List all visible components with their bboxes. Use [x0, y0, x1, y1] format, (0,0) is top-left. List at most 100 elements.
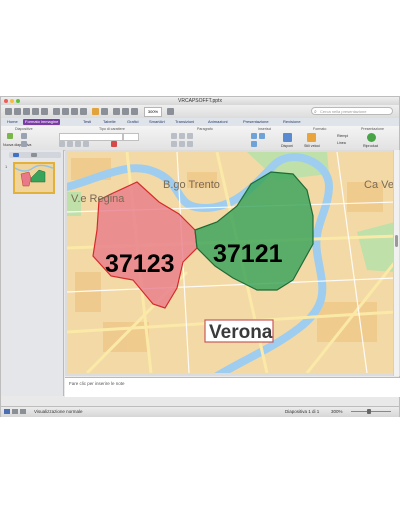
city-label-verona: Verona: [209, 322, 273, 343]
status-bar: Visualizzazione normale Diapositiva 1 di…: [1, 406, 399, 417]
scroll-thumb[interactable]: [395, 235, 398, 247]
insert-text-icon[interactable]: [251, 133, 257, 139]
bold-icon[interactable]: [59, 141, 65, 147]
new-slide-label[interactable]: Nuova diapositiva: [3, 143, 31, 147]
quick-styles-icon[interactable]: [307, 133, 316, 142]
sorter-view-icon[interactable]: [12, 409, 18, 414]
help-icon[interactable]: [167, 108, 174, 115]
place-label-ca-vero: Ca Vero: [364, 179, 395, 191]
group-label-formato: Formato: [313, 127, 327, 131]
title-bar: VRCAPSOFFT.pptx: [1, 97, 399, 105]
insert-chart-icon[interactable]: [131, 108, 138, 115]
ribbon: Diapositive Tipo di carattere Paragrafo …: [1, 126, 399, 151]
window-title: VRCAPSOFFT.pptx: [178, 98, 222, 104]
zoom-slider-track[interactable]: [351, 411, 391, 412]
tab-tabelle[interactable]: Tabelle: [101, 119, 118, 125]
zone-label-37121: 37121: [213, 240, 283, 268]
shape-fill-label[interactable]: Riempi: [337, 134, 348, 138]
place-label-bgo-trento: B.go Trento: [163, 179, 220, 191]
group-label-carattere: Tipo di carattere: [99, 127, 125, 131]
play-icon[interactable]: [367, 133, 376, 142]
line-label[interactable]: Linea: [337, 141, 346, 145]
slide-number: 1: [5, 164, 8, 169]
group-label-paragrafo: Paragrafo: [197, 127, 213, 131]
format-painter-icon[interactable]: [80, 108, 87, 115]
new-slide-icon[interactable]: [7, 133, 13, 139]
insert-picture-icon[interactable]: [113, 108, 120, 115]
zone-label-37123: 37123: [105, 250, 175, 278]
font-family-field[interactable]: [59, 133, 123, 141]
thumbnail-map: [15, 164, 53, 192]
slide-thumbnail[interactable]: [13, 162, 55, 194]
tab-formato-immagine[interactable]: Formato immagine: [23, 119, 61, 125]
bullets-icon[interactable]: [171, 133, 177, 139]
slides-panel: 1: [1, 150, 64, 396]
save-icon[interactable]: [32, 108, 39, 115]
align-left-icon[interactable]: [171, 141, 177, 147]
insert-shape-icon[interactable]: [251, 141, 257, 147]
templates-icon[interactable]: [14, 108, 21, 115]
redo-icon[interactable]: [101, 108, 108, 115]
align-right-icon[interactable]: [187, 141, 193, 147]
strikethrough-icon[interactable]: [83, 141, 89, 147]
print-icon[interactable]: [41, 108, 48, 115]
tab-testi[interactable]: Testi: [81, 119, 93, 125]
close-window-icon[interactable]: [4, 99, 8, 103]
outline-view-icon[interactable]: [31, 153, 37, 157]
slide-indicator: Diapositiva 1 di 1: [285, 409, 320, 414]
zoom-indicator: 300%: [331, 409, 343, 414]
numbering-icon[interactable]: [179, 133, 185, 139]
group-label-presentazione: Presentazione: [361, 127, 384, 131]
minimize-window-icon[interactable]: [10, 99, 14, 103]
underline-icon[interactable]: [75, 141, 81, 147]
tab-smartart[interactable]: SmartArt: [147, 119, 167, 125]
standard-toolbar: 300% ⌕ Cerca nella presentazione: [1, 105, 399, 119]
insert-picture-ribbon-icon[interactable]: [259, 133, 265, 139]
notes-pane[interactable]: Fare clic per inserire le note: [65, 377, 400, 397]
normal-view-icon[interactable]: [4, 409, 10, 414]
font-size-field[interactable]: [123, 133, 139, 141]
zoom-slider-handle[interactable]: [367, 409, 371, 414]
slide[interactable]: V.e Regina B.go Trento Ca Vero 37123 371…: [67, 152, 395, 373]
search-placeholder: Cerca nella presentazione: [320, 109, 367, 114]
slides-view-icon[interactable]: [13, 153, 19, 157]
paste-icon[interactable]: [71, 108, 78, 115]
arrange-icon[interactable]: [283, 133, 292, 142]
arrange-label[interactable]: Disponi: [281, 144, 293, 148]
group-label-diapositive: Diapositive: [15, 127, 33, 131]
notes-placeholder[interactable]: Fare clic per inserire le note: [69, 381, 125, 386]
tab-animazioni[interactable]: Animazioni: [206, 119, 230, 125]
copy-icon[interactable]: [62, 108, 69, 115]
layout-icon[interactable]: [21, 133, 27, 139]
powerpoint-window: VRCAPSOFFT.pptx 300% ⌕ Cerca nella prese…: [0, 96, 400, 417]
vertical-scrollbar[interactable]: [393, 150, 399, 376]
tab-grafici[interactable]: Grafici: [125, 119, 141, 125]
slide-canvas: V.e Regina B.go Trento Ca Vero 37123 371…: [65, 150, 400, 376]
tab-home[interactable]: Home: [5, 119, 20, 125]
insert-table-icon[interactable]: [122, 108, 129, 115]
slideshow-view-icon[interactable]: [20, 409, 26, 414]
new-document-icon[interactable]: [5, 108, 12, 115]
quick-styles-label[interactable]: Stili veloci: [304, 144, 320, 148]
font-color-icon[interactable]: [111, 141, 117, 147]
tab-revisione[interactable]: Revisione: [281, 119, 303, 125]
tab-transizioni[interactable]: Transizioni: [173, 119, 196, 125]
play-label[interactable]: Riproduci: [363, 144, 378, 148]
place-label-ve-regina: V.e Regina: [71, 193, 125, 205]
view-switcher[interactable]: [9, 152, 61, 158]
zoom-dropdown[interactable]: 300%: [144, 107, 162, 117]
section-icon[interactable]: [21, 141, 27, 147]
search-field[interactable]: ⌕ Cerca nella presentazione: [311, 107, 393, 115]
view-label: Visualizzazione normale: [34, 409, 83, 414]
tab-presentazione[interactable]: Presentazione: [241, 119, 271, 125]
align-center-icon[interactable]: [179, 141, 185, 147]
search-icon: ⌕: [314, 109, 317, 115]
group-label-inserisci: Inserisci: [258, 127, 272, 131]
indent-icon[interactable]: [187, 133, 193, 139]
undo-icon[interactable]: [92, 108, 99, 115]
verona-postal-map[interactable]: V.e Regina B.go Trento Ca Vero 37123 371…: [67, 152, 395, 373]
cut-icon[interactable]: [53, 108, 60, 115]
italic-icon[interactable]: [67, 141, 73, 147]
open-icon[interactable]: [23, 108, 30, 115]
zoom-window-icon[interactable]: [16, 99, 20, 103]
